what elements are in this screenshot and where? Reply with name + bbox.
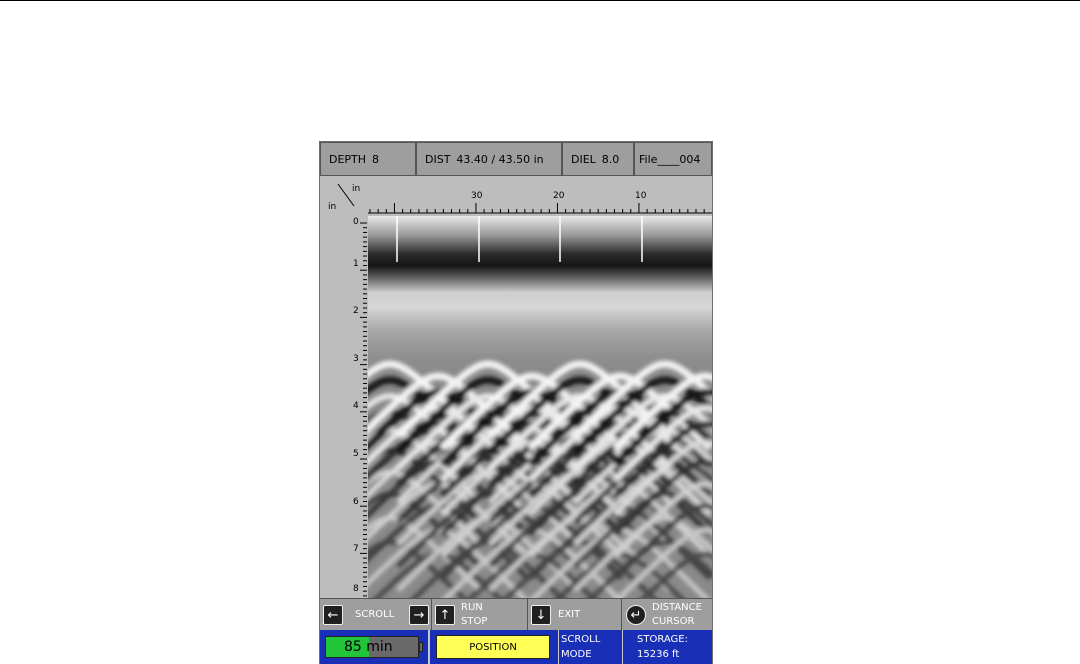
- distance-label: DISTANCE: [652, 602, 702, 613]
- depth-value: 8: [372, 152, 380, 166]
- exit-label: EXIT: [558, 609, 581, 620]
- up-arrow-icon: ↑: [439, 607, 451, 623]
- run-label: RUN: [461, 602, 483, 613]
- run-stop-button[interactable]: ↑ RUN STOP: [432, 599, 528, 631]
- storage-indicator: STORAGE: 15236 ft: [622, 630, 712, 664]
- distance-value: 43.40 / 43.50 in: [456, 152, 544, 166]
- enter-icon: ↵: [630, 607, 642, 623]
- scroll-left-button[interactable]: ←: [323, 605, 343, 625]
- left-arrow-icon: ←: [327, 607, 339, 623]
- down-arrow-icon: ↓: [535, 607, 547, 623]
- up-arrow-key: ↑: [435, 605, 455, 625]
- position-label: POSITION: [469, 641, 517, 653]
- distance-field[interactable]: DIST 43.40 / 43.50 in: [416, 142, 562, 176]
- scroll-mode-indicator: SCROLL MODE: [558, 630, 622, 664]
- mode-label: MODE: [561, 649, 592, 660]
- scroll-mode-label: SCROLL: [561, 634, 601, 645]
- cursor-label: CURSOR: [652, 616, 695, 627]
- down-arrow-key: ↓: [531, 605, 551, 625]
- depth-label: DEPTH: [329, 152, 367, 166]
- top-border-line: [0, 0, 1080, 1]
- file-label: File____004: [639, 152, 701, 166]
- dielectric-label: DIEL: [571, 152, 596, 166]
- depth-ruler-ticks: [360, 222, 367, 597]
- storage-label: STORAGE:: [637, 634, 688, 645]
- battery-indicator: 85 min: [320, 630, 430, 664]
- battery-icon: 85 min: [325, 636, 419, 658]
- scan-graphics: [360, 203, 712, 598]
- scan-display[interactable]: in in 30 20 10 0 1 2 3 4 5 6 7 8: [320, 176, 712, 598]
- scroll-control: ← SCROLL →: [320, 599, 432, 631]
- softkey-row: ← SCROLL → ↑ RUN STOP ↓ EXIT ↵ DISTANCE …: [320, 598, 712, 631]
- enter-key: ↵: [626, 605, 646, 625]
- status-bar: 85 min POSITION SCROLL MODE STORAGE: 152…: [320, 630, 712, 664]
- position-mode-cell: POSITION: [430, 630, 558, 664]
- file-field[interactable]: File____004: [634, 142, 712, 176]
- right-arrow-icon: →: [413, 607, 425, 623]
- battery-text: 85 min: [344, 639, 393, 655]
- radargram-image: [368, 216, 712, 598]
- depth-field[interactable]: DEPTH 8: [320, 142, 416, 176]
- distance-label: DIST: [425, 152, 451, 166]
- stop-label: STOP: [461, 616, 488, 627]
- distance-cursor-button[interactable]: ↵ DISTANCE CURSOR: [622, 599, 712, 631]
- horizontal-ruler-ticks: [369, 203, 705, 213]
- dielectric-field[interactable]: DIEL 8.0: [562, 142, 634, 176]
- scroll-label: SCROLL: [355, 609, 395, 620]
- dielectric-value: 8.0: [601, 152, 620, 166]
- storage-value: 15236 ft: [637, 649, 680, 660]
- position-button[interactable]: POSITION: [436, 635, 550, 659]
- exit-button[interactable]: ↓ EXIT: [528, 599, 622, 631]
- gpr-device-screen: DEPTH 8 DIST 43.40 / 43.50 in DIEL 8.0 F…: [319, 141, 713, 664]
- scroll-right-button[interactable]: →: [409, 605, 429, 625]
